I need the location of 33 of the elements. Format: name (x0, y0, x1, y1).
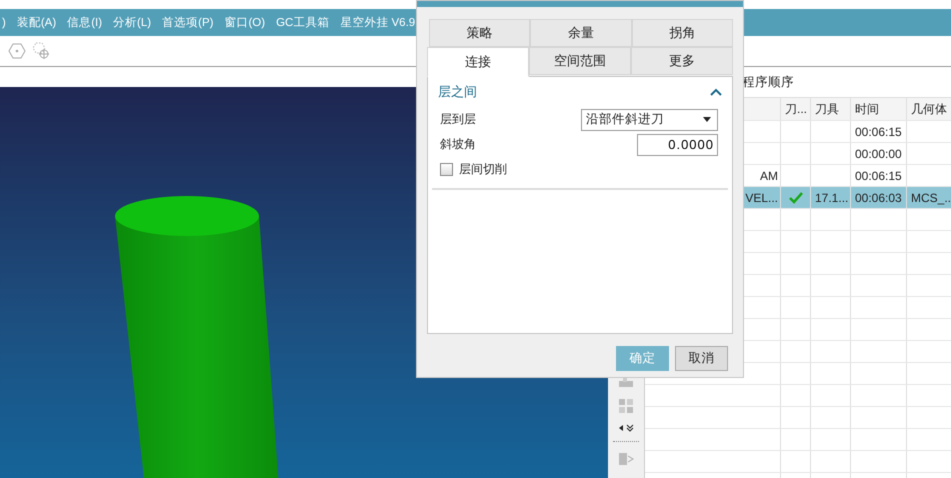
hexagon-icon[interactable] (8, 42, 26, 60)
column-header[interactable]: 刀具 (811, 98, 851, 120)
dropdown-arrow-icon (703, 117, 711, 122)
checkbox[interactable] (440, 163, 453, 176)
column-header[interactable]: 刀... (781, 98, 811, 120)
tab[interactable]: 拐角 (632, 19, 733, 47)
field-label: 斜坡角 (440, 136, 476, 153)
tab[interactable]: 余量 (530, 19, 632, 47)
dropdown[interactable]: 沿部件斜进刀 (581, 108, 718, 130)
column-header[interactable]: 几何体 (907, 98, 951, 120)
section-title: 层之间 (438, 83, 477, 101)
input-field[interactable]: 0.0000 (637, 134, 718, 156)
cancel-button[interactable]: 取消 (675, 346, 728, 371)
tab[interactable]: 空间范围 (529, 47, 631, 75)
tab[interactable]: 连接 (427, 47, 529, 77)
expand-icon[interactable] (617, 423, 635, 433)
table-cell: 00:00:00 (855, 146, 902, 160)
field-label: 层到层 (440, 111, 476, 128)
caret-icon[interactable] (710, 88, 722, 96)
checkbox-label: 层间切削 (459, 161, 507, 178)
table-cell: AM (760, 168, 778, 182)
table-cell: 00:06:03 (855, 190, 902, 204)
column-header[interactable]: 时间 (851, 98, 907, 120)
table-cell: VEL... (745, 190, 778, 204)
tab[interactable]: 更多 (631, 47, 733, 75)
grid-icon[interactable] (617, 397, 635, 415)
table-cell: 00:06:15 (855, 168, 902, 182)
tab[interactable]: 策略 (429, 19, 530, 47)
crosshair-icon[interactable] (32, 42, 50, 60)
operation-icon[interactable] (617, 450, 635, 468)
table-cell: 00:06:15 (855, 124, 902, 138)
table-cell: 17.1... (815, 190, 848, 204)
table-cell: MCS_... (911, 190, 951, 204)
